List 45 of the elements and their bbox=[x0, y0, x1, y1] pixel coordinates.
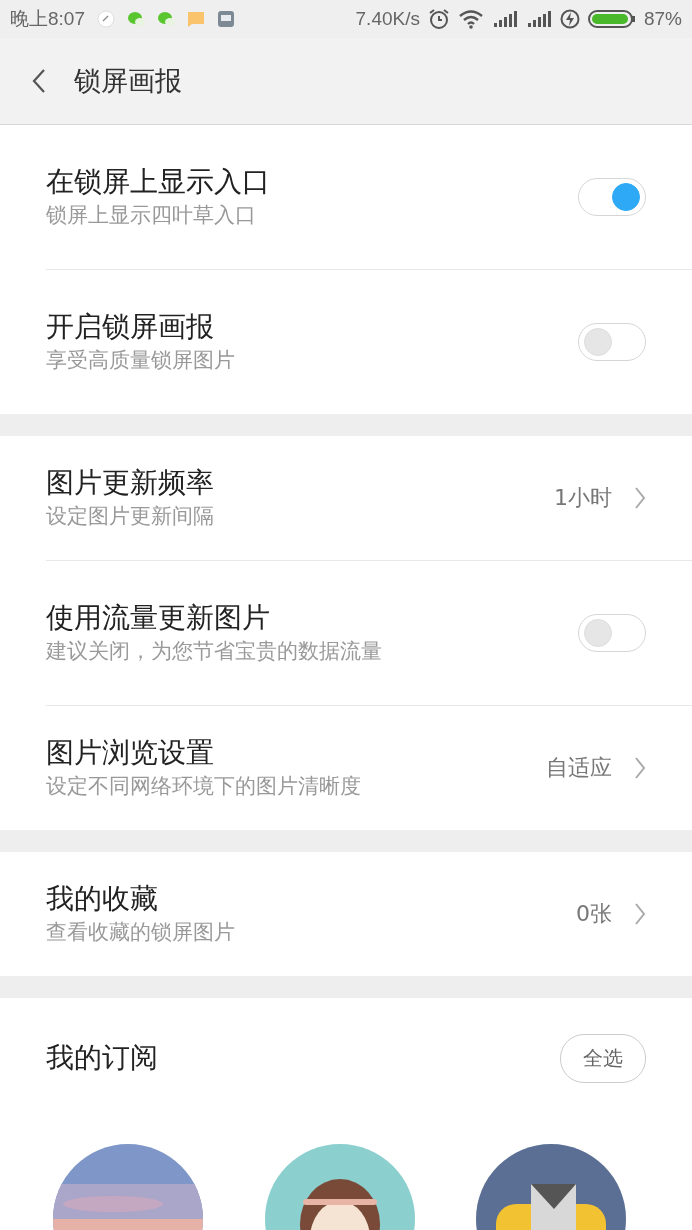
row-subtitle: 锁屏上显示四叶草入口 bbox=[46, 202, 257, 229]
signal-icon bbox=[491, 9, 518, 29]
check-icon bbox=[97, 10, 115, 28]
toggle-switch[interactable] bbox=[578, 178, 646, 216]
battery-percent: 87% bbox=[643, 8, 682, 30]
row-subtitle: 设定不同网络环境下的图片清晰度 bbox=[46, 773, 362, 800]
chat-icon bbox=[157, 10, 175, 28]
battery-icon bbox=[587, 9, 636, 29]
settings-row[interactable]: 我的收藏 查看收藏的锁屏图片 0张 bbox=[46, 852, 692, 976]
row-subtitle: 查看收藏的锁屏图片 bbox=[46, 919, 236, 946]
chevron-icon bbox=[634, 486, 646, 510]
chat-icon bbox=[127, 10, 145, 28]
row-title: 图片更新频率 bbox=[46, 466, 215, 500]
row-value: 0张 bbox=[576, 900, 612, 928]
row-subtitle: 享受高质量锁屏图片 bbox=[46, 347, 236, 374]
chevron-icon bbox=[634, 756, 646, 780]
settings-row[interactable]: 图片更新频率 设定图片更新间隔 1小时 bbox=[46, 436, 692, 561]
row-title: 图片浏览设置 bbox=[46, 736, 215, 770]
message-icon bbox=[187, 10, 205, 28]
row-subtitle: 建议关闭，为您节省宝贵的数据流量 bbox=[46, 638, 383, 665]
wifi-icon bbox=[457, 9, 484, 29]
charging-icon bbox=[559, 9, 580, 29]
select-all-button[interactable]: 全选 bbox=[560, 1033, 646, 1083]
row-title: 开启锁屏画报 bbox=[46, 310, 215, 344]
settings-row[interactable]: 开启锁屏画报 享受高质量锁屏图片 bbox=[46, 270, 692, 414]
row-title: 我的收藏 bbox=[46, 882, 159, 916]
row-title: 在锁屏上显示入口 bbox=[46, 165, 271, 199]
row-value: 自适应 bbox=[546, 754, 612, 782]
toggle-switch[interactable] bbox=[578, 323, 646, 361]
section-title: 我的订阅 bbox=[46, 1040, 158, 1076]
page-title: 锁屏画报 bbox=[74, 64, 182, 98]
chevron-icon bbox=[634, 902, 646, 926]
app-icon bbox=[217, 10, 235, 28]
settings-row[interactable]: 在锁屏上显示入口 锁屏上显示四叶草入口 bbox=[46, 125, 692, 270]
settings-row[interactable]: 使用流量更新图片 建议关闭，为您节省宝贵的数据流量 bbox=[46, 561, 692, 706]
row-value: 1小时 bbox=[554, 484, 612, 512]
settings-row[interactable]: 图片浏览设置 设定不同网络环境下的图片清晰度 自适应 bbox=[46, 706, 692, 830]
toggle-switch[interactable] bbox=[578, 614, 646, 652]
row-subtitle: 设定图片更新间隔 bbox=[46, 503, 215, 530]
network-speed: 7.40K/s bbox=[355, 8, 420, 30]
signal-icon bbox=[525, 9, 552, 29]
status-time: 晚上8:07 bbox=[10, 7, 85, 31]
back-icon bbox=[32, 68, 46, 94]
alarm-icon bbox=[427, 8, 450, 30]
row-title: 使用流量更新图片 bbox=[46, 601, 271, 635]
